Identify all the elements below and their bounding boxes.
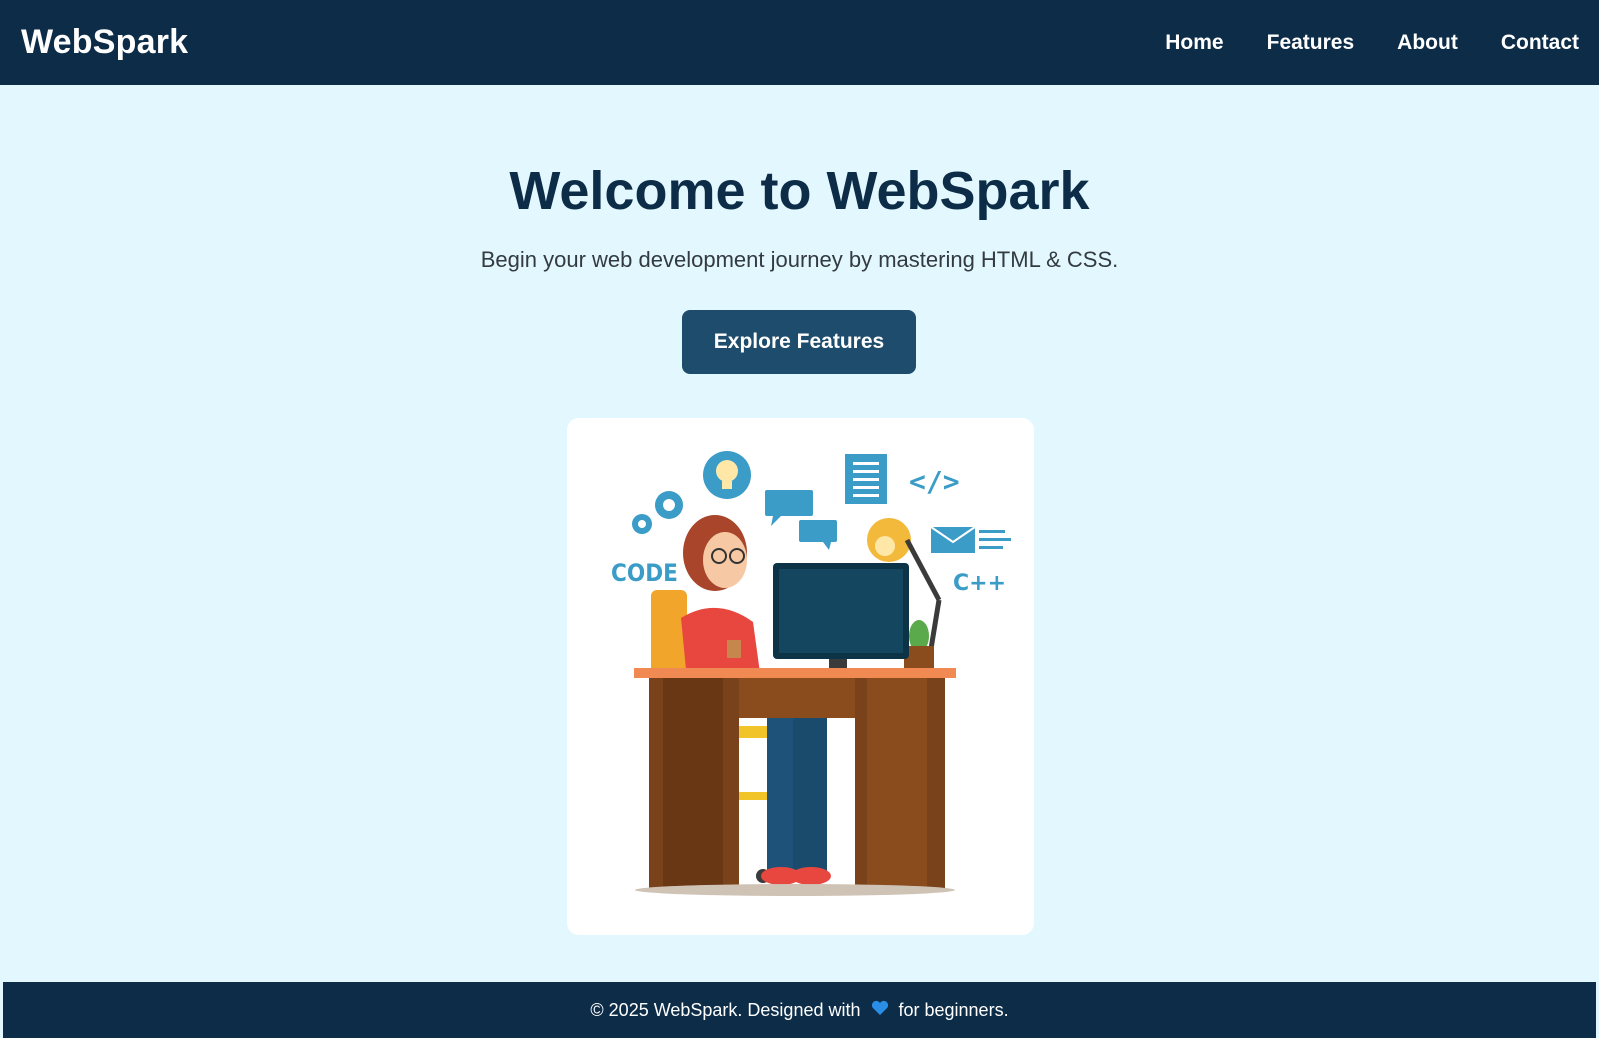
heart-icon xyxy=(871,999,889,1022)
code-tag-label: </> xyxy=(909,465,960,498)
code-label: CODE xyxy=(611,559,678,587)
nav-link-features[interactable]: Features xyxy=(1267,31,1355,55)
navbar: WebSpark Home Features About Contact xyxy=(0,0,1599,85)
hero-illustration: </> CODE C++ xyxy=(567,418,1034,935)
brand-logo[interactable]: WebSpark xyxy=(21,23,188,62)
hero-title: Welcome to WebSpark xyxy=(509,161,1090,221)
developer-illustration: </> CODE C++ xyxy=(611,451,1011,896)
nav-link-contact[interactable]: Contact xyxy=(1501,31,1579,55)
nav-links: Home Features About Contact xyxy=(1122,31,1579,55)
computer-monitor xyxy=(753,563,909,673)
nav-link-home[interactable]: Home xyxy=(1165,31,1223,55)
document-icon xyxy=(845,454,887,504)
cpp-label: C++ xyxy=(953,571,1006,596)
footer: © 2025 WebSpark. Designed with for begin… xyxy=(3,982,1596,1038)
hero-subtitle: Begin your web development journey by ma… xyxy=(480,247,1119,272)
chat-bubble-icon xyxy=(765,490,837,550)
lightbulb-icon xyxy=(703,451,751,499)
envelope-icon xyxy=(930,526,1011,553)
footer-text-after: for beginners. xyxy=(898,999,1009,1020)
explore-features-button[interactable]: Explore Features xyxy=(682,310,916,374)
gear-icon xyxy=(632,491,683,534)
footer-text-before: © 2025 WebSpark. Designed with xyxy=(590,999,861,1020)
nav-link-about[interactable]: About xyxy=(1397,31,1458,55)
